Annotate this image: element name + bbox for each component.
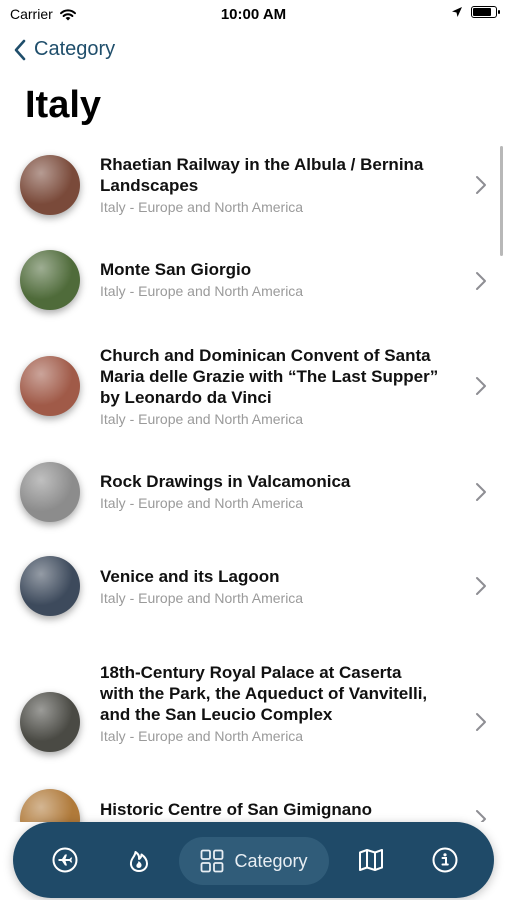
site-thumbnail bbox=[20, 155, 80, 215]
site-title: Monte San Giorgio bbox=[100, 260, 252, 279]
tab-popular[interactable] bbox=[117, 822, 161, 898]
battery-fill bbox=[473, 8, 491, 16]
chevron-right-icon bbox=[476, 176, 486, 194]
site-thumbnail bbox=[20, 692, 80, 752]
tab-flights[interactable] bbox=[43, 822, 87, 898]
site-text: Historic Centre of San GimignanoItaly - … bbox=[100, 799, 440, 822]
chevron-right-icon bbox=[476, 272, 486, 290]
site-thumbnail bbox=[20, 462, 80, 522]
map-icon bbox=[359, 849, 383, 871]
status-right bbox=[451, 6, 500, 18]
info-icon bbox=[432, 847, 458, 873]
site-title: Venice and its Lagoon bbox=[100, 567, 280, 586]
tab-category[interactable]: Category bbox=[179, 837, 329, 885]
site-text: Venice and its Lagoon Italy - Europe and … bbox=[100, 566, 440, 607]
site-title: Historic Centre of San Gimignano bbox=[100, 800, 373, 819]
tab-category-label: Category bbox=[234, 850, 308, 871]
site-subtitle: Italy - Europe and North America bbox=[100, 199, 304, 215]
chevron-right-icon bbox=[476, 377, 486, 395]
location-arrow-icon bbox=[452, 7, 462, 17]
site-subtitle: Italy - Europe and North America bbox=[100, 495, 304, 511]
status-time: 10:00 AM bbox=[220, 6, 287, 23]
back-button[interactable]: Category bbox=[14, 38, 115, 61]
chevron-right-icon bbox=[476, 810, 486, 822]
list-item[interactable]: Historic Centre of San GimignanoItaly - … bbox=[0, 787, 507, 822]
site-thumbnail bbox=[20, 789, 80, 822]
site-text: Rhaetian Railway in the Albula / Bernina… bbox=[100, 154, 440, 216]
site-thumbnail bbox=[20, 356, 80, 416]
tab-info[interactable] bbox=[423, 822, 467, 898]
grid-icon bbox=[201, 849, 224, 873]
status-bar: Carrier 10:00 AM bbox=[0, 0, 507, 30]
chevron-right-icon bbox=[476, 577, 486, 595]
chevron-left-icon bbox=[14, 39, 26, 60]
list-item[interactable]: Church and Dominican Convent of Santa Ma… bbox=[0, 332, 507, 452]
site-title: Rock Drawings in Valcamonica bbox=[100, 472, 351, 491]
site-subtitle: Italy - Europe and North America bbox=[100, 590, 304, 606]
list-item[interactable]: 18th-Century Royal Palace at Caserta wit… bbox=[0, 652, 507, 772]
scrollbar[interactable] bbox=[500, 146, 503, 256]
chevron-right-icon bbox=[476, 713, 486, 731]
back-label: Category bbox=[34, 38, 116, 60]
site-text: Monte San Giorgio Italy - Europe and Nort… bbox=[100, 259, 440, 300]
battery-icon bbox=[471, 6, 500, 18]
tab-map[interactable] bbox=[349, 822, 393, 898]
chevron-right-icon bbox=[476, 483, 486, 501]
site-thumbnail bbox=[20, 556, 80, 616]
site-subtitle: Italy - Europe and North America bbox=[100, 728, 304, 744]
site-text: Church and Dominican Convent of Santa Ma… bbox=[100, 345, 440, 428]
site-subtitle: Italy - Europe and North America bbox=[100, 283, 304, 299]
page-title: Italy bbox=[25, 84, 102, 126]
site-list: Rhaetian Railway in the Albula / Bernina… bbox=[0, 142, 507, 822]
site-title: 18th-Century Royal Palace at Caserta wit… bbox=[100, 663, 428, 724]
site-text: Rock Drawings in Valcamonica Italy - Euro… bbox=[100, 471, 440, 512]
flame-icon bbox=[129, 851, 148, 872]
tab-bar: Category bbox=[13, 822, 494, 898]
airplane-icon bbox=[52, 847, 78, 873]
site-title: Church and Dominican Convent of Santa Ma… bbox=[100, 346, 439, 407]
site-subtitle: Italy - Europe and North America bbox=[100, 411, 304, 427]
site-title: Rhaetian Railway in the Albula / Bernina… bbox=[100, 155, 424, 195]
site-thumbnail bbox=[20, 250, 80, 310]
site-text: 18th-Century Royal Palace at Caserta wit… bbox=[100, 662, 440, 745]
